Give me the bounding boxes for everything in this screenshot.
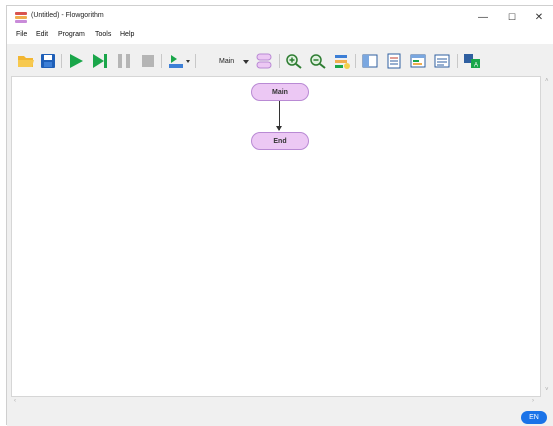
scroll-right-icon[interactable]: ›	[532, 398, 534, 404]
toolbar-separator	[355, 54, 356, 68]
status-bar: EN	[7, 408, 553, 426]
chart-icon[interactable]	[333, 53, 351, 69]
zoom-out-icon[interactable]	[309, 53, 327, 69]
step-icon[interactable]	[91, 53, 109, 69]
layout-panel-icon[interactable]	[361, 53, 379, 69]
end-node[interactable]: End	[251, 132, 309, 150]
translate-icon[interactable]: A	[463, 53, 481, 69]
function-icon[interactable]	[255, 53, 273, 69]
chevron-down-icon[interactable]	[243, 60, 249, 64]
toolbar-separator	[61, 54, 62, 68]
minimize-button[interactable]: —	[471, 8, 495, 26]
scroll-left-icon[interactable]: ‹	[14, 398, 16, 404]
app-icon	[15, 12, 27, 23]
menu-bar: File Edit Program Tools Help	[7, 28, 553, 44]
toolbar-separator	[279, 54, 280, 68]
menu-file[interactable]: File	[16, 31, 27, 38]
menu-help[interactable]: Help	[120, 31, 134, 38]
toolbar: Main A	[7, 46, 553, 76]
stop-icon[interactable]	[139, 53, 157, 69]
layout-icon[interactable]	[433, 53, 451, 69]
function-select[interactable]: Main	[219, 58, 234, 65]
open-icon[interactable]	[17, 53, 35, 69]
run-icon[interactable]	[67, 53, 85, 69]
window-title: (Untitled) - Flowgorithm	[31, 12, 104, 19]
menu-edit[interactable]: Edit	[36, 31, 48, 38]
title-bar: (Untitled) - Flowgorithm — ☐ ✕	[7, 6, 553, 28]
flow-arrowhead	[276, 126, 282, 131]
save-icon[interactable]	[39, 53, 57, 69]
scroll-up-icon[interactable]: ˄	[545, 78, 549, 84]
main-start-node[interactable]: Main	[251, 83, 309, 101]
source-code-icon[interactable]	[385, 53, 403, 69]
language-badge[interactable]: EN	[521, 411, 547, 424]
vertical-scrollbar[interactable]: ˄ ˅	[542, 76, 553, 397]
toolbar-separator	[161, 54, 162, 68]
scroll-down-icon[interactable]: ˅	[545, 387, 549, 393]
pause-icon[interactable]	[115, 53, 133, 69]
horizontal-scrollbar[interactable]: ‹ ›	[11, 397, 541, 408]
menu-tools[interactable]: Tools	[95, 31, 111, 38]
console-icon[interactable]	[409, 53, 427, 69]
menu-program[interactable]: Program	[58, 31, 85, 38]
zoom-in-icon[interactable]	[285, 53, 303, 69]
app-window: (Untitled) - Flowgorithm — ☐ ✕ File Edit…	[6, 5, 553, 426]
close-button[interactable]: ✕	[527, 8, 551, 26]
toolbar-separator	[195, 54, 196, 68]
flowchart-canvas[interactable]: Main End	[11, 76, 541, 397]
maximize-button[interactable]: ☐	[500, 8, 524, 26]
toolbar-separator	[457, 54, 458, 68]
variable-watch-icon[interactable]	[167, 53, 191, 69]
svg-text:A: A	[474, 63, 478, 69]
